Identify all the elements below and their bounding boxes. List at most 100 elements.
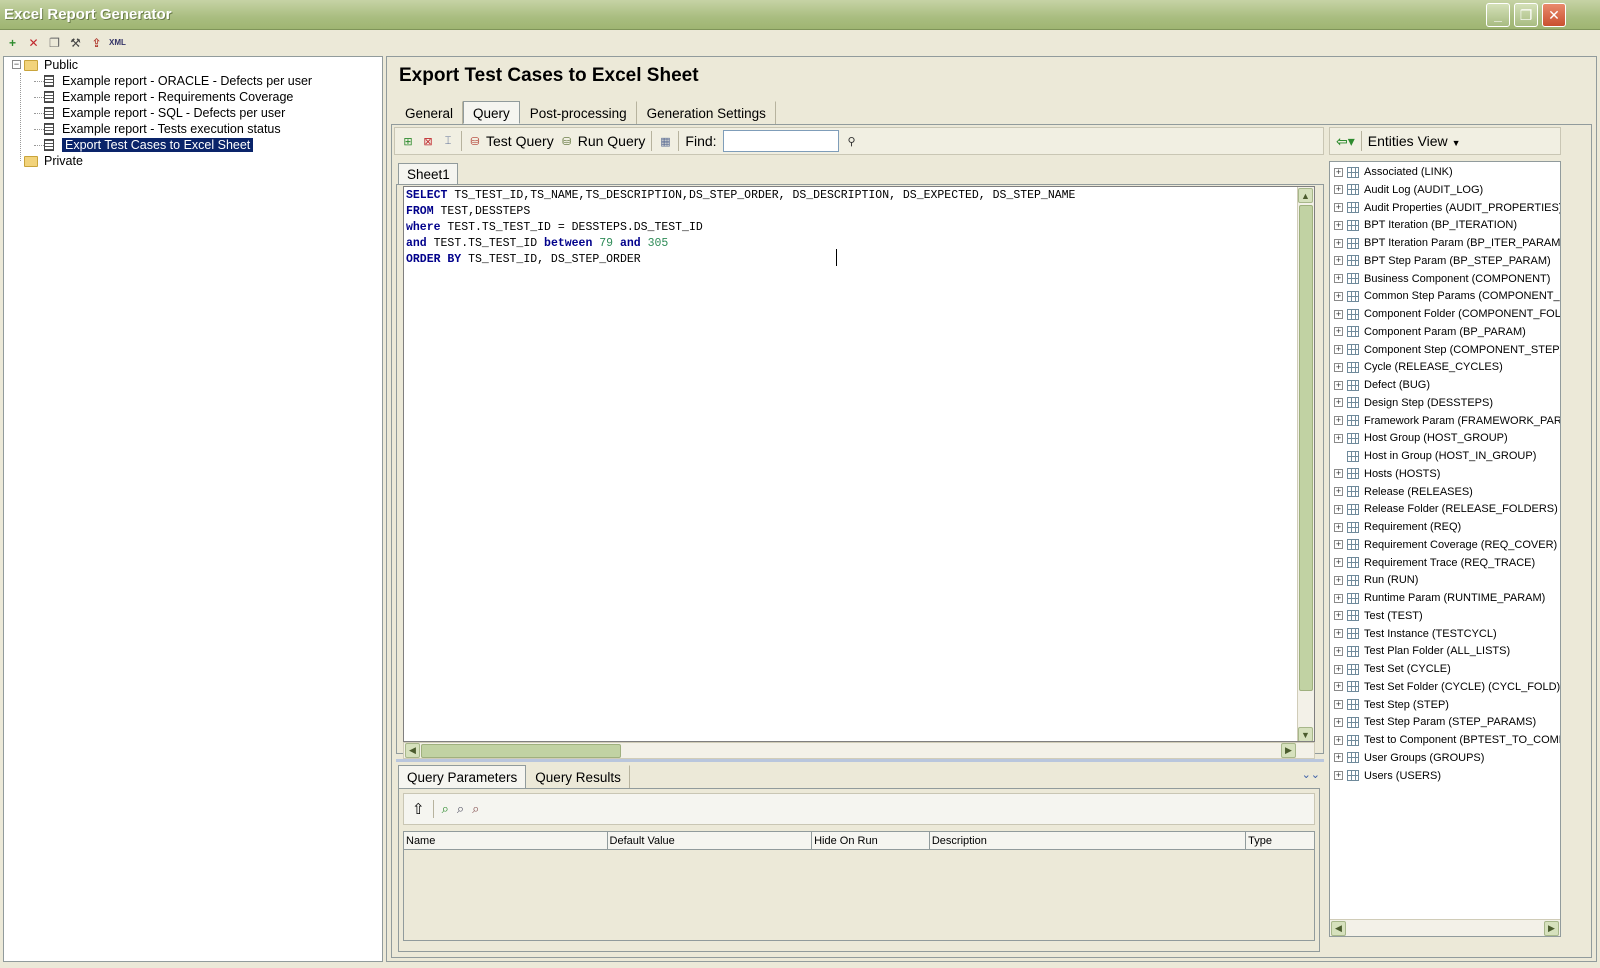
tab-query[interactable]: Query	[463, 101, 520, 124]
tree-item-report[interactable]: Example report - SQL - Defects per user	[44, 105, 285, 121]
rename-sheet-icon[interactable]: ⌶	[441, 134, 455, 148]
entity-item[interactable]: + Test to Component (BPTEST_TO_COMPONE	[1330, 731, 1560, 749]
run-query-button[interactable]: ⛁ Run Query	[560, 133, 645, 149]
entity-item[interactable]: + Associated (LINK)	[1330, 163, 1453, 181]
minimize-button[interactable]: _	[1486, 3, 1510, 27]
expand-icon[interactable]: +	[1334, 629, 1343, 638]
expand-icon[interactable]: +	[1334, 700, 1343, 709]
tree-item-report[interactable]: Example report - ORACLE - Defects per us…	[44, 73, 312, 89]
expand-icon[interactable]: +	[1334, 256, 1343, 266]
entity-item[interactable]: + Component Folder (COMPONENT_FOLDER)	[1330, 305, 1560, 323]
entity-item[interactable]: + Requirement Trace (REQ_TRACE)	[1330, 554, 1535, 572]
expand-icon[interactable]: +	[1334, 362, 1343, 372]
entity-item[interactable]: + Test Step (STEP)	[1330, 696, 1449, 714]
expand-icon[interactable]: +	[1334, 238, 1343, 248]
tree-item-report[interactable]: Example report - Tests execution status	[44, 121, 281, 137]
sql-editor[interactable]: SELECT TS_TEST_ID,TS_NAME,TS_DESCRIPTION…	[403, 186, 1315, 742]
entity-item[interactable]: + Test Step Param (STEP_PARAMS)	[1330, 713, 1536, 731]
entity-item[interactable]: + Requirement (REQ)	[1330, 518, 1461, 536]
close-button[interactable]: ✕	[1542, 3, 1566, 27]
collapse-icon[interactable]: ⌄⌄	[1302, 768, 1320, 781]
expand-icon[interactable]: +	[1334, 682, 1343, 692]
expand-icon[interactable]: +	[1334, 469, 1343, 479]
entity-item[interactable]: + Business Component (COMPONENT)	[1330, 270, 1550, 288]
entity-item[interactable]: Host in Group (HOST_IN_GROUP)	[1330, 447, 1536, 465]
scroll-right-icon[interactable]: ▶	[1544, 921, 1559, 936]
query-builder-icon[interactable]: ▦	[658, 134, 672, 148]
expand-icon[interactable]: +	[1334, 167, 1343, 177]
entity-item[interactable]: + Design Step (DESSTEPS)	[1330, 394, 1493, 412]
tree-item-report[interactable]: Example report - Requirements Coverage	[44, 89, 293, 105]
expand-icon[interactable]: +	[1334, 291, 1343, 301]
expand-icon[interactable]: +	[1334, 185, 1343, 195]
expand-icon[interactable]: +	[1334, 398, 1343, 408]
entity-item[interactable]: + Test Set (CYCLE)	[1330, 660, 1451, 678]
tab-post-processing[interactable]: Post-processing	[520, 101, 637, 124]
expand-icon[interactable]: +	[1334, 433, 1343, 443]
add-sheet-icon[interactable]: ⊞	[401, 134, 415, 148]
expand-icon[interactable]: +	[1334, 504, 1343, 514]
entity-item[interactable]: + Test Plan Folder (ALL_LISTS)	[1330, 642, 1510, 660]
column-header-default-value[interactable]: Default Value	[608, 832, 813, 849]
expand-icon[interactable]: +	[1334, 380, 1343, 390]
public-expander[interactable]: −	[12, 60, 21, 69]
expand-icon[interactable]: +	[1334, 309, 1343, 319]
entity-item[interactable]: + Hosts (HOSTS)	[1330, 465, 1440, 483]
tree-folder-private[interactable]: Private	[24, 153, 83, 169]
expand-icon[interactable]: +	[1334, 487, 1343, 496]
column-header-type[interactable]: Type	[1246, 832, 1314, 849]
tree-item-report-selected[interactable]: Export Test Cases to Excel Sheet	[44, 137, 254, 153]
upload-button[interactable]: ⇪	[88, 34, 105, 51]
tab-general[interactable]: General	[395, 101, 464, 124]
entity-item[interactable]: + Defect (BUG)	[1330, 376, 1430, 394]
editor-horizontal-scrollbar[interactable]: ◀ ▶	[403, 742, 1315, 759]
expand-icon[interactable]: +	[1334, 735, 1343, 745]
expand-icon[interactable]: +	[1334, 558, 1343, 567]
entity-item[interactable]: + Audit Log (AUDIT_LOG)	[1330, 181, 1483, 199]
entity-item[interactable]: + BPT Iteration Param (BP_ITER_PARAM)	[1330, 234, 1560, 252]
add-parameter-icon[interactable]: ⌕	[442, 801, 449, 817]
tab-generation-settings[interactable]: Generation Settings	[637, 101, 776, 124]
binoculars-icon[interactable]: ⚲	[845, 134, 859, 148]
entity-item[interactable]: + Audit Properties (AUDIT_PROPERTIES)	[1330, 199, 1560, 217]
entity-item[interactable]: + User Groups (GROUPS)	[1330, 749, 1484, 767]
entity-item[interactable]: + Test Set Folder (CYCLE) (CYCL_FOLD)	[1330, 678, 1560, 696]
scroll-left-icon[interactable]: ◀	[405, 743, 420, 758]
column-header-name[interactable]: Name	[404, 832, 608, 849]
expand-icon[interactable]: +	[1334, 345, 1343, 354]
edit-parameter-icon[interactable]: ⌕	[457, 801, 464, 817]
scroll-right-icon[interactable]: ▶	[1281, 743, 1296, 758]
settings-button[interactable]: ⚒	[67, 34, 84, 51]
expand-icon[interactable]: +	[1334, 327, 1343, 337]
entity-item[interactable]: + Test Instance (TESTCYCL)	[1330, 625, 1497, 643]
back-arrow-icon[interactable]: ⇦▾	[1336, 133, 1355, 150]
find-input[interactable]	[722, 130, 839, 152]
tree-folder-public[interactable]: Public	[24, 57, 78, 73]
column-header-description[interactable]: Description	[930, 832, 1247, 849]
entity-item[interactable]: + Release (RELEASES)	[1330, 483, 1473, 501]
move-up-icon[interactable]: ⇧	[412, 800, 425, 818]
entity-item[interactable]: + Component Param (BP_PARAM)	[1330, 323, 1526, 341]
expand-icon[interactable]: +	[1334, 220, 1343, 230]
column-header-hide-on-run[interactable]: Hide On Run	[812, 832, 930, 849]
scroll-left-icon[interactable]: ◀	[1331, 921, 1346, 936]
scroll-up-icon[interactable]: ▲	[1298, 188, 1313, 203]
remove-parameter-icon[interactable]: ⌕	[472, 801, 479, 817]
entity-item[interactable]: + Test (TEST)	[1330, 607, 1423, 625]
entity-item[interactable]: + Release Folder (RELEASE_FOLDERS)	[1330, 500, 1558, 518]
entity-item[interactable]: + Run (RUN)	[1330, 571, 1418, 589]
tab-query-results[interactable]: Query Results	[526, 765, 630, 788]
expand-icon[interactable]: +	[1334, 522, 1343, 532]
expand-icon[interactable]: +	[1334, 575, 1343, 585]
expand-icon[interactable]: +	[1334, 203, 1343, 212]
expand-icon[interactable]: +	[1334, 753, 1343, 763]
expand-icon[interactable]: +	[1334, 274, 1343, 283]
expand-icon[interactable]: +	[1334, 771, 1343, 780]
expand-icon[interactable]: +	[1334, 593, 1343, 603]
delete-sheet-icon[interactable]: ⊠	[421, 134, 435, 148]
scroll-thumb[interactable]	[1299, 205, 1313, 691]
tab-query-parameters[interactable]: Query Parameters	[398, 765, 527, 788]
entities-horizontal-scrollbar[interactable]: ◀ ▶	[1330, 919, 1560, 936]
maximize-button[interactable]: ❐	[1514, 3, 1538, 27]
expand-icon[interactable]: +	[1334, 646, 1343, 656]
